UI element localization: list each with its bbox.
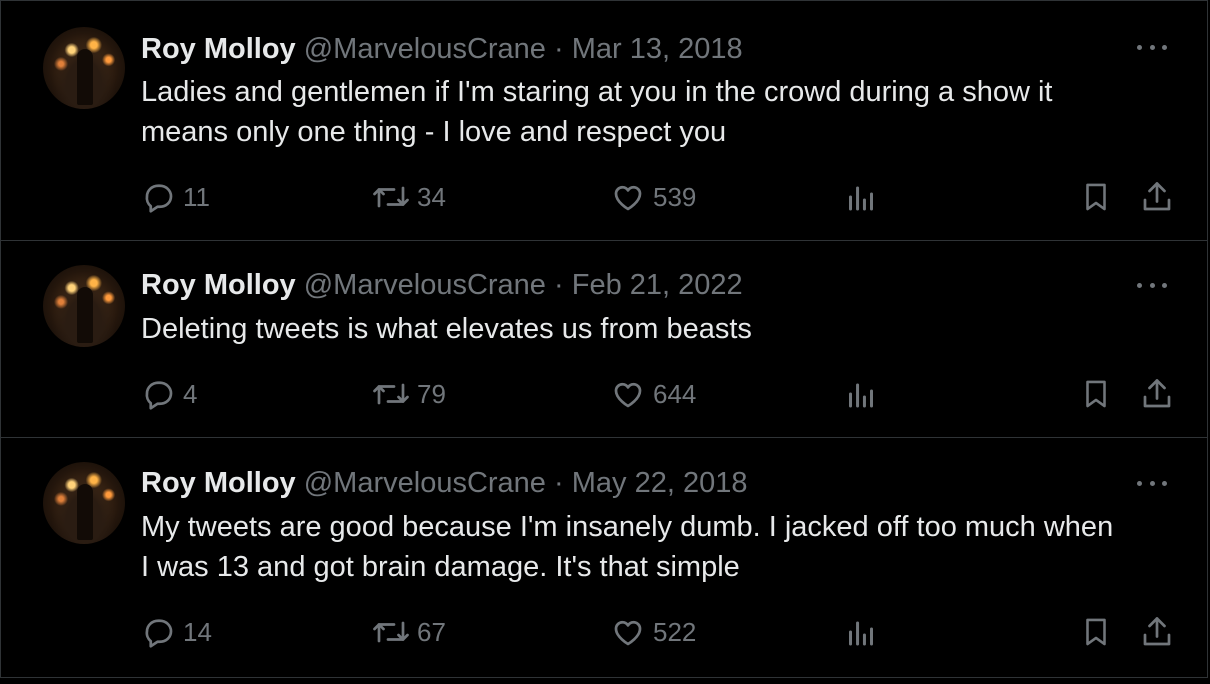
retweet-icon — [373, 383, 409, 405]
tweet-text-line: Ladies and gentlemen if I'm staring at y… — [141, 76, 1053, 108]
share-icon — [1143, 182, 1171, 211]
like-count: 644 — [653, 378, 697, 409]
reply-icon — [145, 619, 173, 648]
tweet-text-line: My tweets are good because I'm insanely … — [141, 511, 1114, 543]
separator: · — [554, 33, 564, 65]
tweet[interactable]: Roy Molloy @MarvelousCrane · Mar 13, 201… — [0, 0, 1208, 241]
like-icon — [614, 185, 642, 211]
tweet-date[interactable]: Feb 21, 2022 — [572, 269, 743, 301]
like-button[interactable]: 522 — [609, 612, 696, 652]
author-name[interactable]: Roy Molloy — [141, 33, 296, 65]
like-count: 539 — [653, 181, 697, 212]
reply-count: 4 — [183, 378, 198, 409]
share-icon — [1143, 379, 1171, 408]
tweet-date[interactable]: Mar 13, 2018 — [572, 33, 743, 65]
like-button[interactable]: 539 — [609, 177, 696, 217]
separator: · — [554, 269, 564, 301]
retweet-button[interactable]: 79 — [371, 374, 446, 414]
tweet-header: Roy Molloy @MarvelousCrane · May 22, 201… — [141, 465, 747, 501]
author-handle[interactable]: @MarvelousCrane — [304, 467, 546, 499]
reply-icon — [145, 381, 173, 410]
tweet-timeline: Roy Molloy @MarvelousCrane · Mar 13, 201… — [0, 0, 1210, 684]
tweet-text-line: means only one thing - I love and respec… — [141, 116, 727, 148]
views-icon — [849, 186, 873, 211]
more-options-icon[interactable] — [1137, 473, 1167, 493]
separator: · — [554, 467, 564, 499]
retweet-icon — [373, 186, 409, 208]
bookmark-icon — [1086, 380, 1106, 408]
share-button[interactable] — [1139, 177, 1175, 217]
retweet-button[interactable]: 67 — [371, 612, 446, 652]
bookmark-icon — [1086, 183, 1106, 211]
avatar[interactable] — [43, 462, 125, 544]
tweet-date[interactable]: May 22, 2018 — [572, 467, 748, 499]
tweet-text-line: I was 13 and got brain damage. It's that… — [141, 551, 740, 583]
tweet-actions: 14 67 522 — [1, 612, 1209, 652]
author-name[interactable]: Roy Molloy — [141, 269, 296, 301]
retweet-count: 67 — [417, 616, 446, 647]
like-count: 522 — [653, 616, 697, 647]
like-button[interactable]: 644 — [609, 374, 696, 414]
more-options-icon[interactable] — [1137, 37, 1167, 57]
tweet-header: Roy Molloy @MarvelousCrane · Mar 13, 201… — [141, 31, 743, 67]
views-icon — [849, 383, 873, 408]
views-icon — [849, 621, 873, 646]
bookmark-button[interactable] — [1079, 612, 1113, 652]
reply-icon — [145, 184, 173, 213]
tweet-actions: 4 79 644 — [1, 374, 1209, 414]
share-button[interactable] — [1139, 612, 1175, 652]
retweet-count: 79 — [417, 378, 446, 409]
tweet-header: Roy Molloy @MarvelousCrane · Feb 21, 202… — [141, 267, 743, 303]
reply-count: 11 — [183, 181, 210, 212]
share-button[interactable] — [1139, 374, 1175, 414]
tweet-text-line: Deleting tweets is what elevates us from… — [141, 313, 752, 345]
tweet-text: Deleting tweets is what elevates us from… — [141, 309, 1191, 349]
avatar[interactable] — [43, 27, 125, 109]
avatar[interactable] — [43, 265, 125, 347]
reply-button[interactable]: 4 — [141, 374, 197, 414]
reply-count: 14 — [183, 616, 212, 647]
bookmark-button[interactable] — [1079, 374, 1113, 414]
like-icon — [614, 382, 642, 408]
views-button[interactable] — [843, 374, 879, 414]
retweet-button[interactable]: 34 — [371, 177, 446, 217]
author-handle[interactable]: @MarvelousCrane — [304, 33, 546, 65]
author-name[interactable]: Roy Molloy — [141, 467, 296, 499]
bookmark-icon — [1086, 618, 1106, 646]
tweet-text: Ladies and gentlemen if I'm staring at y… — [141, 72, 1191, 152]
retweet-icon — [373, 621, 409, 643]
tweet[interactable]: Roy Molloy @MarvelousCrane · May 22, 201… — [0, 438, 1208, 678]
more-options-icon[interactable] — [1137, 275, 1167, 295]
views-button[interactable] — [843, 177, 879, 217]
reply-button[interactable]: 14 — [141, 612, 212, 652]
like-icon — [614, 620, 642, 646]
tweet-actions: 11 34 539 — [1, 177, 1209, 217]
tweet-text: My tweets are good because I'm insanely … — [141, 507, 1191, 587]
author-handle[interactable]: @MarvelousCrane — [304, 269, 546, 301]
retweet-count: 34 — [417, 181, 446, 212]
bookmark-button[interactable] — [1079, 177, 1113, 217]
tweet[interactable]: Roy Molloy @MarvelousCrane · Feb 21, 202… — [0, 241, 1208, 438]
views-button[interactable] — [843, 612, 879, 652]
reply-button[interactable]: 11 — [141, 177, 210, 217]
share-icon — [1143, 617, 1171, 646]
